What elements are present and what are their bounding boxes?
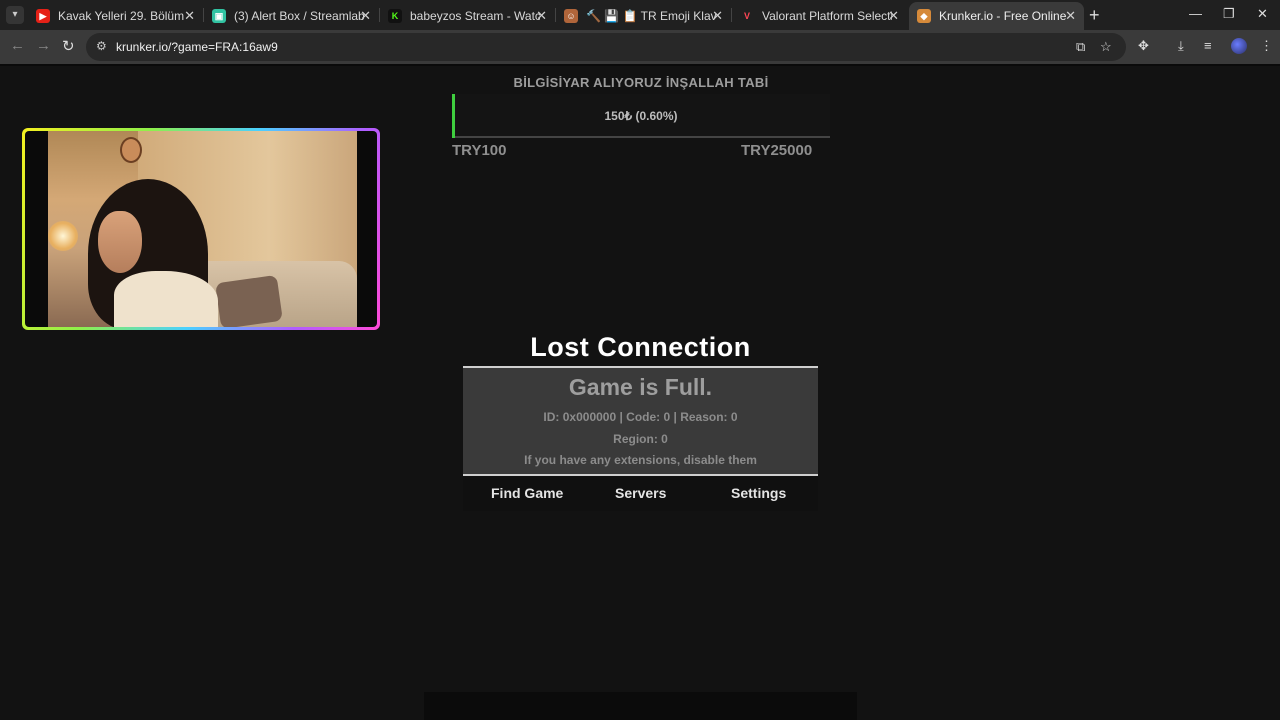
close-icon[interactable]: ✕ [712,8,723,24]
settings-button[interactable]: Settings [731,485,786,501]
emoji-icon: ☺ [564,9,578,23]
donation-goal-amount: 150₺ (0.60%) [604,109,678,123]
address-bar[interactable]: ⚙ krunker.io/?game=FRA:16aw9 ⧉ ☆ [86,33,1126,61]
find-game-button[interactable]: Find Game [491,485,563,501]
tab-strip: ▾ ▶ Kavak Yelleri 29. Bölüm - FULL B ✕ ▣… [0,0,1280,30]
close-icon[interactable]: ✕ [1065,8,1076,24]
tab-valorant[interactable]: V Valorant Platform Selection ✕ [732,2,907,30]
tab-emoji-klavye[interactable]: ☺ 🔨 💾 📋 TR Emoji Klavye: Tüm E ✕ [556,2,731,30]
tab-search-chevron-icon[interactable]: ▾ [6,6,24,24]
dialog-title: Lost Connection [530,332,751,362]
dialog-details: ID: 0x000000 | Code: 0 | Reason: 0 [543,410,738,424]
donation-goal-min: TRY100 [452,142,507,156]
media-controls-icon[interactable]: ≡ [1204,38,1212,53]
tab-title: Valorant Platform Selection [762,9,892,23]
donation-goal-bar: 150₺ (0.60%) [452,94,830,138]
download-icon[interactable]: ⤓ [1178,38,1184,54]
dialog-actions: Find Game Servers Settings [463,476,818,511]
donation-goal-max: TRY25000 [741,142,813,156]
install-app-icon[interactable]: ⧉ [1076,39,1085,55]
dialog-hint: If you have any extensions, disable them [524,453,757,467]
page-content: BİLGİSİYAR ALIYORUZ İNŞALLAH TABİ 150₺ (… [0,66,1280,720]
tab-kick-stream[interactable]: K babeyzos Stream - Watch Live o ✕ [380,2,555,30]
profile-avatar[interactable] [1231,38,1247,54]
valorant-icon: V [743,11,750,21]
streamlabs-icon: ▣ [212,9,226,23]
webcam-video [25,131,377,327]
tab-streamlabs[interactable]: ▣ (3) Alert Box / Streamlabs ✕ [204,2,379,30]
close-icon[interactable]: ✕ [888,8,899,24]
kick-icon: K [388,9,402,23]
dialog-region: Region: 0 [613,432,668,446]
bottom-ad-strip [424,692,857,720]
menu-kebab-icon[interactable]: ⋮ [1260,38,1273,54]
tab-kavak-yelleri[interactable]: ▶ Kavak Yelleri 29. Bölüm - FULL B ✕ [28,2,203,30]
tab-krunker[interactable]: ◆ Krunker.io - Free Online Multipl ✕ [909,2,1084,30]
dialog-heading: Game is Full. [568,374,713,400]
lost-connection-dialog: Lost Connection Game is Full. ID: 0x0000… [463,329,818,511]
window-close-icon[interactable]: ✕ [1257,6,1268,22]
tab-title: (3) Alert Box / Streamlabs [234,9,364,23]
close-icon[interactable]: ✕ [184,8,195,24]
alarm-clock-icon [120,137,142,163]
donation-goal-title: BİLGİSİYAR ALIYORUZ İNŞALLAH TABİ [513,75,769,90]
close-icon[interactable]: ✕ [360,8,371,24]
back-arrow-icon[interactable]: ← [10,37,25,54]
dialog-body: Game is Full. ID: 0x000000 | Code: 0 | R… [463,366,818,476]
site-info-icon[interactable]: ⚙ [96,39,107,53]
new-tab-plus-icon[interactable]: + [1089,5,1100,26]
servers-button[interactable]: Servers [615,485,666,501]
youtube-icon: ▶ [36,9,50,23]
tab-title: Kavak Yelleri 29. Bölüm - FULL B [58,9,188,23]
tab-title: 🔨 💾 📋 TR Emoji Klavye: Tüm E [586,9,716,23]
webcam-overlay [22,128,380,330]
reload-icon[interactable]: ↻ [62,37,75,55]
tab-title: babeyzos Stream - Watch Live o [410,9,540,23]
url-text[interactable]: krunker.io/?game=FRA:16aw9 [116,40,278,54]
bookmark-star-icon[interactable]: ☆ [1100,39,1112,55]
restore-icon[interactable]: ❐ [1223,6,1235,22]
browser-toolbar: ← → ↻ ⚙ krunker.io/?game=FRA:16aw9 ⧉ ☆ ✥… [0,30,1280,64]
forward-arrow-icon[interactable]: → [36,37,51,54]
tab-title: Krunker.io - Free Online Multipl [939,9,1069,23]
krunker-icon: ◆ [917,9,931,23]
close-icon[interactable]: ✕ [536,8,547,24]
extensions-puzzle-icon[interactable]: ✥ [1138,38,1149,54]
minimize-icon[interactable]: — [1189,6,1202,21]
